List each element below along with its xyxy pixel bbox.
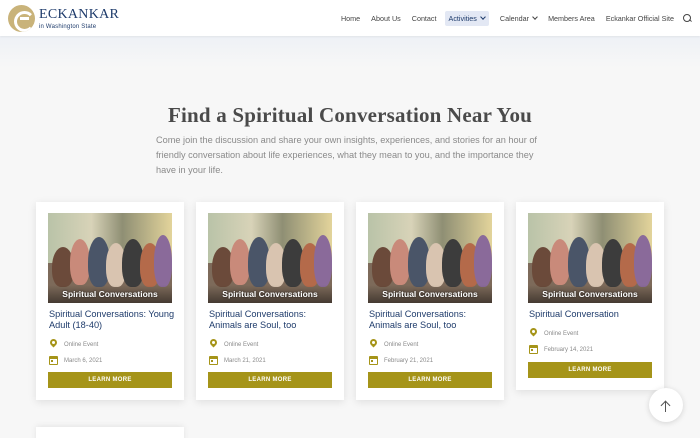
event-location-text: Online Event — [64, 341, 99, 348]
nav-activities-label: Activities — [448, 13, 477, 23]
logo-name: ECKANKAR — [39, 6, 120, 22]
nav-contact[interactable]: Contact — [412, 14, 437, 23]
logo-subtitle: in Washington State — [39, 23, 97, 30]
event-photo[interactable]: Spiritual Conversations — [48, 213, 172, 303]
chevron-down-icon — [480, 14, 486, 20]
chevron-down-icon — [532, 14, 538, 20]
event-card: Spiritual Conversations Spiritual Conver… — [196, 202, 344, 400]
calendar-icon — [49, 356, 58, 365]
hero-band — [0, 36, 700, 68]
scroll-to-top-button[interactable] — [649, 388, 683, 422]
event-location: Online Event — [369, 339, 418, 350]
map-pin-icon — [209, 339, 218, 350]
event-location-text: Online Event — [224, 341, 259, 348]
event-card — [36, 427, 184, 438]
learn-more-button[interactable]: LEARN MORE — [368, 372, 492, 388]
nav-calendar[interactable]: Calendar — [499, 13, 538, 23]
event-date-text: March 21, 2021 — [224, 357, 266, 364]
eckankar-logo-icon — [8, 5, 35, 32]
map-pin-icon — [49, 339, 58, 350]
event-location-text: Online Event — [544, 330, 579, 337]
event-date: February 14, 2021 — [529, 345, 593, 354]
photo-caption: Spiritual Conversations — [542, 289, 638, 299]
event-date: March 6, 2021 — [49, 356, 102, 365]
photo-caption: Spiritual Conversations — [382, 289, 478, 299]
event-card: Spiritual Conversations Spiritual Conver… — [516, 202, 664, 390]
calendar-icon — [369, 356, 378, 365]
event-card: Spiritual Conversations Spiritual Conver… — [36, 202, 184, 400]
photo-caption: Spiritual Conversations — [62, 289, 158, 299]
main-nav: Home About Us Contact Activities Calenda… — [330, 0, 692, 36]
event-photo[interactable]: Spiritual Conversations — [528, 213, 652, 303]
site-logo[interactable]: ECKANKAR in Washington State — [8, 5, 119, 32]
nav-about-us[interactable]: About Us — [371, 14, 401, 23]
nav-activities[interactable]: Activities — [444, 10, 489, 26]
event-date-text: February 14, 2021 — [544, 346, 594, 353]
intro-text: Come join the discussion and share your … — [156, 135, 537, 175]
event-title[interactable]: Spiritual Conversation — [529, 309, 657, 320]
event-photo[interactable]: Spiritual Conversations — [368, 213, 492, 303]
nav-home[interactable]: Home — [341, 14, 360, 23]
nav-eckankar-official-site[interactable]: Eckankar Official Site — [606, 14, 674, 23]
photo-caption: Spiritual Conversations — [222, 289, 318, 299]
event-date-text: March 6, 2021 — [64, 357, 103, 364]
nav-calendar-label: Calendar — [499, 13, 530, 23]
event-location: Online Event — [529, 328, 578, 339]
site-header: ECKANKAR in Washington State Home About … — [0, 0, 700, 36]
event-title[interactable]: Spiritual Conversations: Animals are Sou… — [369, 309, 497, 331]
calendar-icon — [209, 356, 218, 365]
learn-more-button[interactable]: LEARN MORE — [208, 372, 332, 388]
event-date: February 21, 2021 — [369, 356, 433, 365]
event-location: Online Event — [49, 339, 98, 350]
event-date: March 21, 2021 — [209, 356, 266, 365]
event-location: Online Event — [209, 339, 258, 350]
calendar-icon — [529, 345, 538, 354]
event-card: Spiritual Conversations Spiritual Conver… — [356, 202, 504, 400]
nav-members-area[interactable]: Members Area — [548, 14, 595, 23]
event-photo[interactable]: Spiritual Conversations — [208, 213, 332, 303]
learn-more-button[interactable]: LEARN MORE — [528, 362, 652, 378]
map-pin-icon — [369, 339, 378, 350]
event-location-text: Online Event — [384, 341, 419, 348]
event-date-text: February 21, 2021 — [384, 357, 434, 364]
page-title: Find a Spiritual Conversation Near You — [167, 103, 533, 127]
search-icon[interactable] — [683, 13, 692, 23]
learn-more-button[interactable]: LEARN MORE — [48, 372, 172, 388]
map-pin-icon — [529, 328, 538, 339]
event-title[interactable]: Spiritual Conversations: Animals are Sou… — [209, 309, 337, 331]
event-title[interactable]: Spiritual Conversations: Young Adult (18… — [49, 309, 177, 331]
